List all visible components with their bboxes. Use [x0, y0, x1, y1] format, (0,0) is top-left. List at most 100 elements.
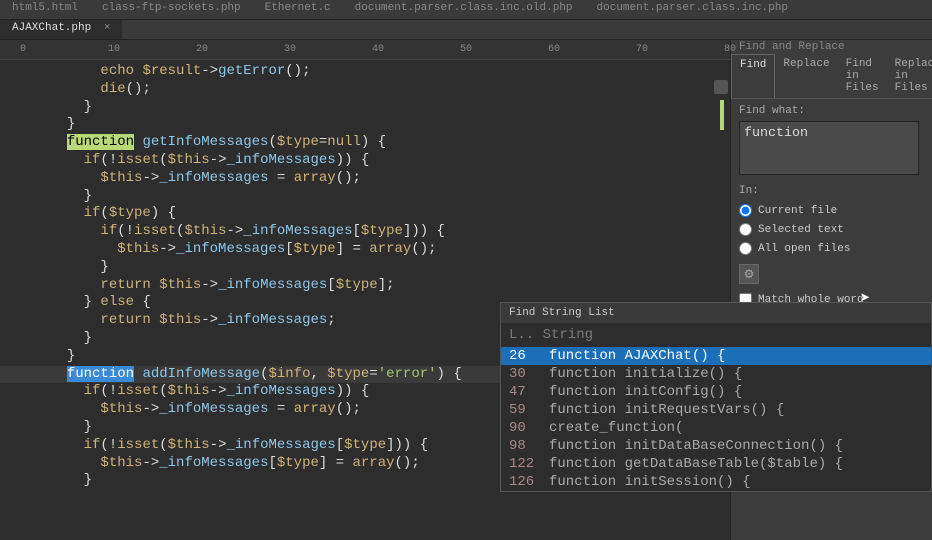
token: = — [268, 170, 293, 186]
token: $this — [168, 383, 210, 399]
token: [ — [353, 223, 361, 239]
line-number: 122 — [509, 456, 549, 472]
code-line[interactable]: if(!isset($this->_infoMessages)) { — [50, 152, 730, 170]
token: -> — [210, 383, 227, 399]
token: $type — [344, 437, 386, 453]
tab-ftp[interactable]: class-ftp-sockets.php — [90, 0, 253, 19]
find-result-row[interactable]: 26 function AJAXChat() { — [501, 347, 931, 365]
code-line[interactable]: $this->_infoMessages = array(); — [50, 170, 730, 188]
code-line[interactable]: function getInfoMessages($type=null) { — [50, 134, 730, 152]
code-line[interactable]: } — [50, 188, 730, 206]
code-line[interactable]: echo $result->getError(); — [50, 63, 730, 81]
radio-current-file[interactable]: Current file — [731, 201, 932, 220]
token: (); — [126, 81, 151, 97]
token: } — [84, 99, 92, 115]
token: _infoMessages — [226, 152, 335, 168]
token: function — [67, 134, 134, 150]
token: array — [369, 241, 411, 257]
find-result-row[interactable]: 98 function initDataBaseConnection() { — [501, 437, 931, 455]
find-result-row[interactable]: 90 create_function( — [501, 419, 931, 437]
gear-icon[interactable]: ⚙ — [739, 264, 759, 284]
tab-parser-old[interactable]: document.parser.class.inc.old.php — [343, 0, 585, 19]
token: isset — [117, 383, 159, 399]
radio-all-open[interactable]: All open files — [731, 239, 932, 258]
result-text: create_function( — [549, 420, 683, 436]
token: (); — [336, 401, 361, 417]
result-text: function initDataBaseConnection() { — [549, 438, 843, 454]
token: $type — [336, 277, 378, 293]
token: $type — [109, 205, 151, 221]
token: _infoMessages — [226, 383, 335, 399]
find-result-row[interactable]: 47 function initConfig() { — [501, 383, 931, 401]
line-number: 59 — [509, 402, 549, 418]
token: ( — [268, 134, 276, 150]
token: _infoMessages — [218, 277, 327, 293]
token: = — [369, 366, 377, 382]
tab-label: AJAXChat.php — [12, 22, 91, 34]
tab-parser[interactable]: document.parser.class.inc.php — [585, 0, 800, 19]
token: ( — [159, 437, 167, 453]
token: echo — [100, 63, 142, 79]
token: ( — [100, 205, 108, 221]
token: $this — [117, 241, 159, 257]
token: } — [84, 330, 92, 346]
token: _infoMessages — [218, 312, 327, 328]
token: )) { — [336, 152, 370, 168]
token: (! — [100, 437, 117, 453]
token: ])) { — [386, 437, 428, 453]
line-number: 30 — [509, 366, 549, 382]
token: $this — [100, 401, 142, 417]
find-input[interactable]: function — [739, 121, 919, 175]
find-result-row[interactable]: 30 function initialize() { — [501, 365, 931, 383]
token: $type — [294, 241, 336, 257]
find-result-row[interactable]: 126 function initSession() { — [501, 473, 931, 491]
tab-ajaxchat[interactable]: AJAXChat.php × — [0, 20, 122, 39]
token: $info — [268, 366, 310, 382]
token: )) { — [336, 383, 370, 399]
tab-replace-in-files[interactable]: Replace in Files — [887, 54, 932, 98]
find-list-header: L.. String — [501, 323, 931, 347]
tab-find[interactable]: Find — [731, 54, 775, 98]
code-line[interactable]: die(); — [50, 81, 730, 99]
mouse-cursor-icon: ➤ — [860, 290, 870, 305]
file-tabs-row2: AJAXChat.php × — [0, 20, 932, 40]
token: -> — [210, 437, 227, 453]
token: array — [294, 401, 336, 417]
find-result-row[interactable]: 59 function initRequestVars() { — [501, 401, 931, 419]
file-tabs: html5.html class-ftp-sockets.php Etherne… — [0, 0, 932, 20]
tab-html5[interactable]: html5.html — [0, 0, 90, 19]
radio-label: Selected text — [758, 224, 844, 236]
line-number: 26 — [509, 348, 549, 364]
token: $type — [277, 134, 319, 150]
close-icon[interactable]: × — [104, 22, 111, 34]
scrollbar-thumb[interactable] — [714, 80, 728, 94]
token: _infoMessages — [176, 241, 285, 257]
token: _infoMessages — [226, 437, 335, 453]
result-text: function initRequestVars() { — [549, 402, 784, 418]
ruler: 01020304050607080 — [0, 40, 730, 60]
radio-selected-text[interactable]: Selected text — [731, 220, 932, 239]
token: (! — [117, 223, 134, 239]
code-line[interactable]: } — [50, 99, 730, 117]
find-result-row[interactable]: 122 function getDataBaseTable($table) { — [501, 455, 931, 473]
code-line[interactable]: } — [50, 259, 730, 277]
code-line[interactable]: } — [50, 116, 730, 134]
tab-find-in-files[interactable]: Find in Files — [838, 54, 887, 98]
code-line[interactable]: return $this->_infoMessages[$type]; — [50, 277, 730, 295]
token: _infoMessages — [159, 455, 268, 471]
token: $this — [168, 152, 210, 168]
token: } — [67, 348, 75, 364]
token: (); — [285, 63, 310, 79]
tab-replace[interactable]: Replace — [775, 54, 837, 98]
result-text: function initialize() { — [549, 366, 742, 382]
token: if — [84, 205, 101, 221]
token: -> — [142, 401, 159, 417]
code-line[interactable]: if($type) { — [50, 205, 730, 223]
token: die — [100, 81, 125, 97]
token: if — [100, 223, 117, 239]
token: getError — [218, 63, 285, 79]
tab-ethernet[interactable]: Ethernet.c — [253, 0, 343, 19]
token: return — [100, 277, 159, 293]
code-line[interactable]: if(!isset($this->_infoMessages[$type])) … — [50, 223, 730, 241]
code-line[interactable]: $this->_infoMessages[$type] = array(); — [50, 241, 730, 259]
